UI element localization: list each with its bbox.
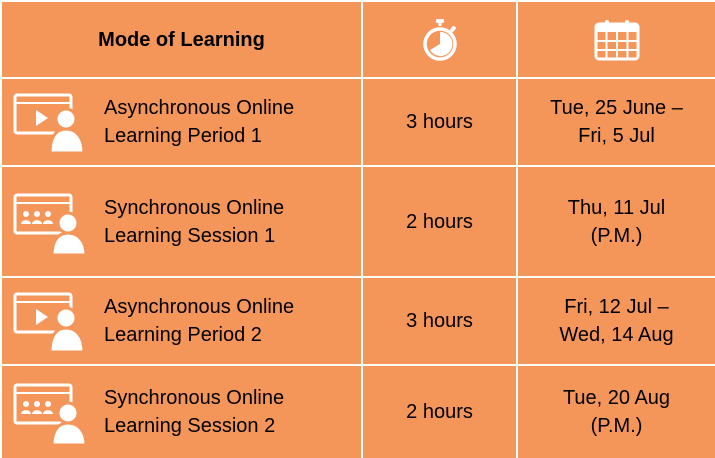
table-row-3-mode: Asynchronous Online Learning Period 2 [2,278,361,364]
table-row-3-dates: Fri, 12 Jul – Wed, 14 Aug [518,278,715,364]
learning-schedule-table: Mode of Learning Asynchronous Online Lea… [0,0,715,458]
mode-label: Asynchronous Online Learning Period 1 [104,97,295,147]
table-row-1-dates: Tue, 25 June – Fri, 5 Jul [518,79,715,165]
sync-group-learner-icon [12,189,90,255]
date-header [518,2,715,77]
stopwatch-icon [420,18,460,62]
table-row-4-dates: Tue, 20 Aug (P.M.) [518,366,715,458]
sync-group-learner-icon [12,379,90,445]
mode-label: Synchronous Online Learning Session 1 [104,196,285,247]
table-row-4-mode: Synchronous Online Learning Session 2 [2,366,361,458]
mode-label: Synchronous Online Learning Session 2 [104,387,285,437]
mode-of-learning-header: Mode of Learning [2,2,361,77]
table-row-2-duration: 2 hours [363,167,516,276]
table-row-1-duration: 3 hours [363,79,516,165]
async-video-learner-icon [12,288,90,354]
async-video-learner-icon [12,89,90,155]
table-row-4-duration: 2 hours [363,366,516,458]
duration-header [363,2,516,77]
table-row-2-mode: Synchronous Online Learning Session 1 [2,167,361,276]
mode-label: Asynchronous Online Learning Period 2 [104,296,295,346]
calendar-icon [594,19,640,61]
table-row-3-duration: 3 hours [363,278,516,364]
table-row-2-dates: Thu, 11 Jul (P.M.) [518,167,715,276]
table-row-1-mode: Asynchronous Online Learning Period 1 [2,79,361,165]
